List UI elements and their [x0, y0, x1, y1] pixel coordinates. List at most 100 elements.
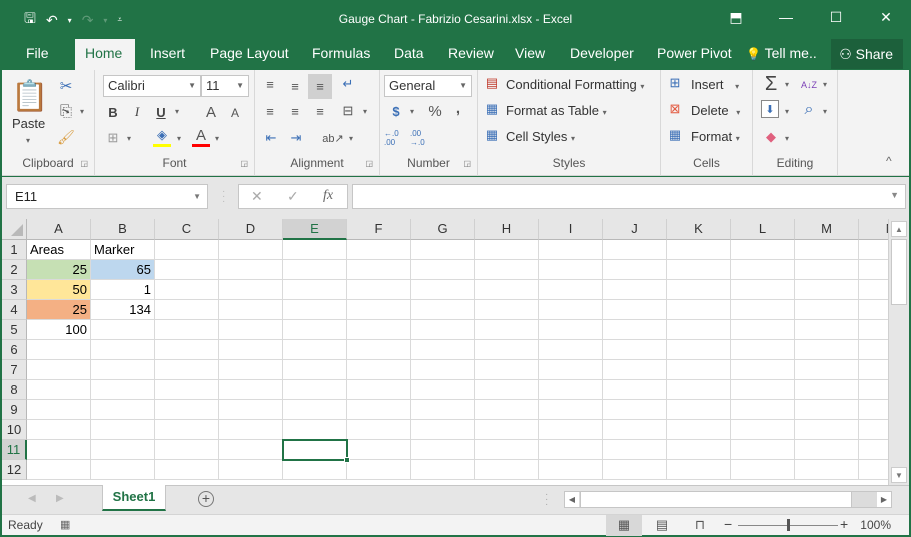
cell-j9[interactable]	[603, 400, 667, 420]
cell-j8[interactable]	[603, 380, 667, 400]
find-dropdown-icon[interactable]: ▾	[823, 107, 827, 116]
cell-a1[interactable]: Areas	[27, 240, 91, 260]
cell-e4[interactable]	[283, 300, 347, 320]
cell-f6[interactable]	[347, 340, 411, 360]
grow-font-button[interactable]: A	[203, 102, 219, 122]
cell-g2[interactable]	[411, 260, 475, 280]
insert-cells-button[interactable]: Insert ▾	[691, 77, 739, 92]
sort-filter-icon[interactable]: A↓Z	[799, 75, 819, 95]
fill-handle[interactable]	[344, 457, 350, 463]
cell-b7[interactable]	[91, 360, 155, 380]
percent-style-button[interactable]: %	[426, 101, 444, 121]
cell-l8[interactable]	[731, 380, 795, 400]
cell-c10[interactable]	[155, 420, 219, 440]
cell-l9[interactable]	[731, 400, 795, 420]
cell-m3[interactable]	[795, 280, 859, 300]
formula-input[interactable]: ▼	[352, 184, 906, 209]
zoom-percent[interactable]: 100%	[860, 518, 891, 532]
cell-l3[interactable]	[731, 280, 795, 300]
number-launcher-icon[interactable]: ◲	[463, 159, 471, 168]
merge-center-icon[interactable]: ⊟	[338, 101, 358, 121]
cell-e5[interactable]	[283, 320, 347, 340]
cell-c4[interactable]	[155, 300, 219, 320]
tab-view[interactable]: View	[505, 39, 555, 70]
row-header-11[interactable]: 11	[2, 440, 27, 460]
share-button[interactable]: ⚇ Share	[831, 39, 903, 69]
cell-c11[interactable]	[155, 440, 219, 460]
paste-dropdown-icon[interactable]: ▾	[26, 136, 30, 145]
page-layout-view-button[interactable]: ▤	[644, 515, 680, 536]
cell-f12[interactable]	[347, 460, 411, 480]
row-header-3[interactable]: 3	[2, 280, 27, 300]
increase-decimal-button[interactable]: ←.0 .00	[384, 128, 408, 148]
cell-i7[interactable]	[539, 360, 603, 380]
cell-d8[interactable]	[219, 380, 283, 400]
cell-j3[interactable]	[603, 280, 667, 300]
column-header-g[interactable]: G	[411, 219, 475, 240]
cell-e11[interactable]	[283, 440, 347, 460]
cell-i1[interactable]	[539, 240, 603, 260]
vertical-scrollbar[interactable]: ▲ ▼	[888, 219, 909, 485]
cell-f5[interactable]	[347, 320, 411, 340]
cell-d7[interactable]	[219, 360, 283, 380]
alignment-launcher-icon[interactable]: ◲	[365, 159, 373, 168]
column-header-i[interactable]: I	[539, 219, 603, 240]
column-header-j[interactable]: J	[603, 219, 667, 240]
page-break-view-button[interactable]: ⊓	[682, 515, 718, 536]
fill-dropdown-icon[interactable]: ▾	[785, 107, 789, 116]
autosum-dropdown-icon[interactable]: ▾	[785, 80, 789, 89]
cell-h4[interactable]	[475, 300, 539, 320]
tab-home[interactable]: Home	[75, 39, 135, 70]
delete-cells-button[interactable]: Delete ▾	[691, 103, 740, 118]
cell-f3[interactable]	[347, 280, 411, 300]
tab-file[interactable]: File	[16, 39, 59, 70]
cell-a9[interactable]	[27, 400, 91, 420]
align-right-button[interactable]: ≡	[311, 101, 329, 121]
row-header-6[interactable]: 6	[2, 340, 27, 360]
cell-d11[interactable]	[219, 440, 283, 460]
cell-i6[interactable]	[539, 340, 603, 360]
cell-l12[interactable]	[731, 460, 795, 480]
number-format-combo[interactable]: General ▼	[384, 75, 472, 97]
scroll-down-icon[interactable]: ▼	[891, 467, 907, 483]
cancel-icon[interactable]: ✕	[251, 188, 263, 205]
cell-i3[interactable]	[539, 280, 603, 300]
cell-k5[interactable]	[667, 320, 731, 340]
normal-view-button[interactable]: ▦	[606, 515, 642, 536]
add-sheet-button[interactable]: +	[198, 491, 214, 507]
row-header-4[interactable]: 4	[2, 300, 27, 320]
cell-k9[interactable]	[667, 400, 731, 420]
cell-h7[interactable]	[475, 360, 539, 380]
increase-indent-icon[interactable]: ⇥	[286, 128, 306, 148]
name-box[interactable]: E11 ▼	[6, 184, 208, 209]
column-header-f[interactable]: F	[347, 219, 411, 240]
cell-f7[interactable]	[347, 360, 411, 380]
cell-i4[interactable]	[539, 300, 603, 320]
row-header-2[interactable]: 2	[2, 260, 27, 280]
scroll-up-icon[interactable]: ▲	[891, 221, 907, 237]
cell-c12[interactable]	[155, 460, 219, 480]
column-header-l[interactable]: L	[731, 219, 795, 240]
font-size-combo[interactable]: 11 ▼	[201, 75, 249, 97]
cell-b2[interactable]: 65	[91, 260, 155, 280]
cell-g5[interactable]	[411, 320, 475, 340]
cell-k7[interactable]	[667, 360, 731, 380]
cell-g3[interactable]	[411, 280, 475, 300]
cell-l10[interactable]	[731, 420, 795, 440]
orientation-dropdown-icon[interactable]: ▾	[349, 134, 353, 143]
cell-j11[interactable]	[603, 440, 667, 460]
orientation-icon[interactable]: ab↗	[319, 128, 347, 148]
tell-me-box[interactable]: 💡 Tell me..	[742, 39, 821, 70]
cell-h6[interactable]	[475, 340, 539, 360]
column-header-d[interactable]: D	[219, 219, 283, 240]
cell-e8[interactable]	[283, 380, 347, 400]
cell-k12[interactable]	[667, 460, 731, 480]
cell-j10[interactable]	[603, 420, 667, 440]
cell-j12[interactable]	[603, 460, 667, 480]
cell-c5[interactable]	[155, 320, 219, 340]
cell-h5[interactable]	[475, 320, 539, 340]
cell-d6[interactable]	[219, 340, 283, 360]
cell-b3[interactable]: 1	[91, 280, 155, 300]
cell-h8[interactable]	[475, 380, 539, 400]
cell-m12[interactable]	[795, 460, 859, 480]
